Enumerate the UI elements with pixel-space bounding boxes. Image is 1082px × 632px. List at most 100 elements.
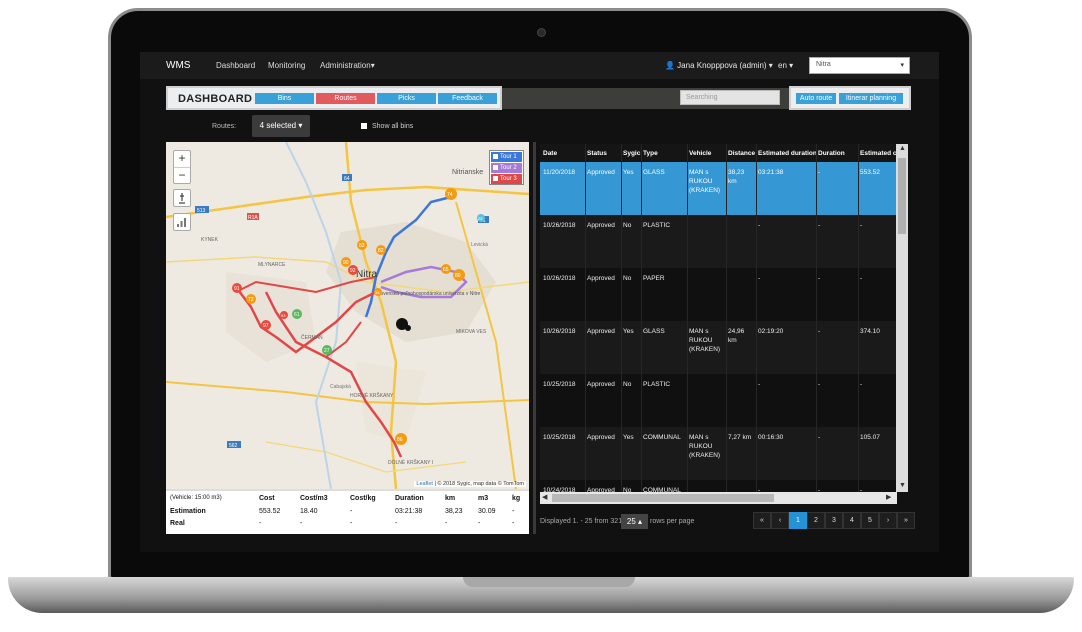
- bin-marker[interactable]: 72: [246, 294, 256, 304]
- tab-routes[interactable]: Routes: [316, 93, 375, 104]
- scroll-up-icon[interactable]: ▲: [899, 145, 906, 152]
- zoom-out-button[interactable]: −: [174, 167, 190, 183]
- column-header-sygic[interactable]: Sygic: [623, 150, 640, 157]
- svg-text:25: 25: [478, 216, 483, 221]
- page-button[interactable]: ‹: [771, 512, 789, 529]
- bin-marker[interactable]: 65: [441, 264, 451, 274]
- app-screen: WMS Dashboard Monitoring Administration▾…: [140, 52, 939, 552]
- page-button[interactable]: «: [753, 512, 771, 529]
- tab-feedback[interactable]: Feedback: [438, 93, 497, 104]
- checkbox-icon[interactable]: [493, 154, 498, 159]
- signal-chart-icon[interactable]: [173, 213, 191, 231]
- table-row[interactable]: 10/26/2018 Approved Yes GLASS MAN s RUKOU (K…: [540, 321, 897, 374]
- itinerar-planning-button[interactable]: Itinerar planning: [839, 93, 903, 104]
- column-header-estimated-cost[interactable]: Estimated c: [860, 150, 897, 157]
- page-button[interactable]: 3: [825, 512, 843, 529]
- show-all-bins-checkbox[interactable]: [361, 123, 367, 129]
- draw-tool-icon[interactable]: [173, 189, 191, 207]
- legend-tour-1[interactable]: Tour 1: [491, 152, 522, 162]
- column-divider: [585, 144, 586, 494]
- column-header-status[interactable]: Status: [587, 150, 607, 157]
- leaflet-link[interactable]: Leaflet: [416, 481, 433, 487]
- scrollbar-thumb[interactable]: [552, 494, 774, 502]
- tab-picks[interactable]: Picks: [377, 93, 436, 104]
- svg-text:65: 65: [443, 267, 449, 273]
- table-cell-status: Approved: [587, 275, 615, 282]
- table-cell-est: 03:21:38: [758, 169, 784, 176]
- horizontal-scrollbar[interactable]: ◀ ▶: [540, 492, 897, 504]
- nav-dashboard[interactable]: Dashboard: [216, 61, 255, 70]
- bin-marker[interactable]: 38: [374, 288, 382, 296]
- column-header-vehicle[interactable]: Vehicle: [689, 150, 711, 157]
- routes-label: Routes:: [212, 123, 237, 130]
- routes-select[interactable]: 4 selected ▾: [252, 115, 310, 137]
- table-cell-dur: -: [818, 275, 821, 282]
- bin-marker[interactable]: 74: [445, 188, 457, 200]
- bin-marker[interactable]: 97: [261, 320, 271, 330]
- scrollbar-thumb[interactable]: [898, 158, 906, 234]
- language-menu[interactable]: en ▾: [778, 61, 793, 70]
- svg-text:93: 93: [281, 313, 286, 318]
- column-header-date[interactable]: Date: [543, 150, 557, 157]
- scroll-left-icon[interactable]: ◀: [542, 493, 547, 501]
- table-row[interactable]: 10/26/2018 Approved No PLASTIC - - -: [540, 215, 897, 268]
- rows-per-page-select[interactable]: 25 ▴: [621, 514, 648, 529]
- bin-marker[interactable]: 61: [292, 309, 302, 319]
- table-row[interactable]: 10/25/2018 Approved Yes COMMUNAL MAN s RUKOU…: [540, 427, 897, 480]
- map-label-kynek: KYNEK: [201, 237, 219, 243]
- legend-tour-3[interactable]: Tour 3: [491, 174, 522, 184]
- checkbox-icon[interactable]: [493, 165, 498, 170]
- page-button[interactable]: 1: [789, 512, 807, 529]
- bin-marker[interactable]: 27: [322, 345, 332, 355]
- legend-tour-2[interactable]: Tour 2: [491, 163, 522, 173]
- table-cell-dur: -: [818, 381, 821, 388]
- summary-row-label: Estimation: [170, 508, 206, 515]
- bin-marker[interactable]: 83: [357, 240, 367, 250]
- column-header-type[interactable]: Type: [643, 150, 658, 157]
- summary-header: Cost/m3: [300, 495, 328, 502]
- table-cell-type: PAPER: [643, 275, 665, 282]
- table-cell-sygic: Yes: [623, 434, 634, 441]
- column-header-distance[interactable]: Distance: [728, 150, 755, 157]
- bin-marker[interactable]: 82: [376, 245, 386, 255]
- summary-value: 553.52: [259, 508, 281, 515]
- page-button[interactable]: 4: [843, 512, 861, 529]
- bin-marker[interactable]: 25: [477, 214, 485, 222]
- city-select[interactable]: Nitra ▾: [809, 57, 910, 74]
- bin-marker[interactable]: 91: [232, 283, 242, 293]
- table-cell-date: 10/26/2018: [543, 328, 576, 335]
- tab-bins[interactable]: Bins: [255, 93, 314, 104]
- bin-marker[interactable]: 86: [395, 433, 407, 445]
- panel-splitter[interactable]: [533, 142, 536, 534]
- map-label-cabajska: Cabajská: [330, 384, 351, 390]
- column-header-duration[interactable]: Duration: [818, 150, 845, 157]
- nav-monitoring[interactable]: Monitoring: [268, 61, 305, 70]
- zoom-in-button[interactable]: +: [174, 151, 190, 167]
- summary-header: m3: [478, 495, 489, 502]
- bin-marker[interactable]: 80: [453, 269, 465, 281]
- brand[interactable]: WMS: [166, 60, 190, 71]
- column-divider: [726, 144, 727, 494]
- nav-administration[interactable]: Administration▾: [320, 61, 375, 70]
- page-button[interactable]: »: [897, 512, 915, 529]
- page-button[interactable]: 5: [861, 512, 879, 529]
- table-row[interactable]: 11/20/2018 Approved Yes GLASS MAN s RUKOU (K…: [540, 162, 897, 215]
- user-menu[interactable]: 👤 Jana Knopppova (admin) ▾: [665, 61, 773, 70]
- table-row[interactable]: 10/25/2018 Approved No PLASTIC - - -: [540, 374, 897, 427]
- route-map[interactable]: Nitrianske KYNEK MLYNARCE Nitra Slovensk…: [166, 142, 529, 489]
- bin-marker[interactable]: 92: [348, 265, 358, 275]
- checkbox-icon[interactable]: [493, 176, 498, 181]
- bin-marker[interactable]: 93: [280, 311, 288, 319]
- map-label-mikova-ves: MIKOVA VES: [456, 329, 487, 335]
- search-input[interactable]: Searching: [680, 90, 780, 105]
- page-button[interactable]: 2: [807, 512, 825, 529]
- scroll-right-icon[interactable]: ▶: [886, 493, 891, 501]
- auto-route-button[interactable]: Auto route: [796, 93, 836, 104]
- column-header-estimated-duration[interactable]: Estimated duration: [758, 150, 817, 157]
- vertical-scrollbar[interactable]: ▲ ▼: [896, 144, 908, 492]
- scroll-down-icon[interactable]: ▼: [899, 482, 906, 489]
- page-button[interactable]: ›: [879, 512, 897, 529]
- table-cell-date: 10/25/2018: [543, 434, 576, 441]
- table-row[interactable]: 10/26/2018 Approved No PAPER - - -: [540, 268, 897, 321]
- bin-marker[interactable]: 90: [341, 257, 351, 267]
